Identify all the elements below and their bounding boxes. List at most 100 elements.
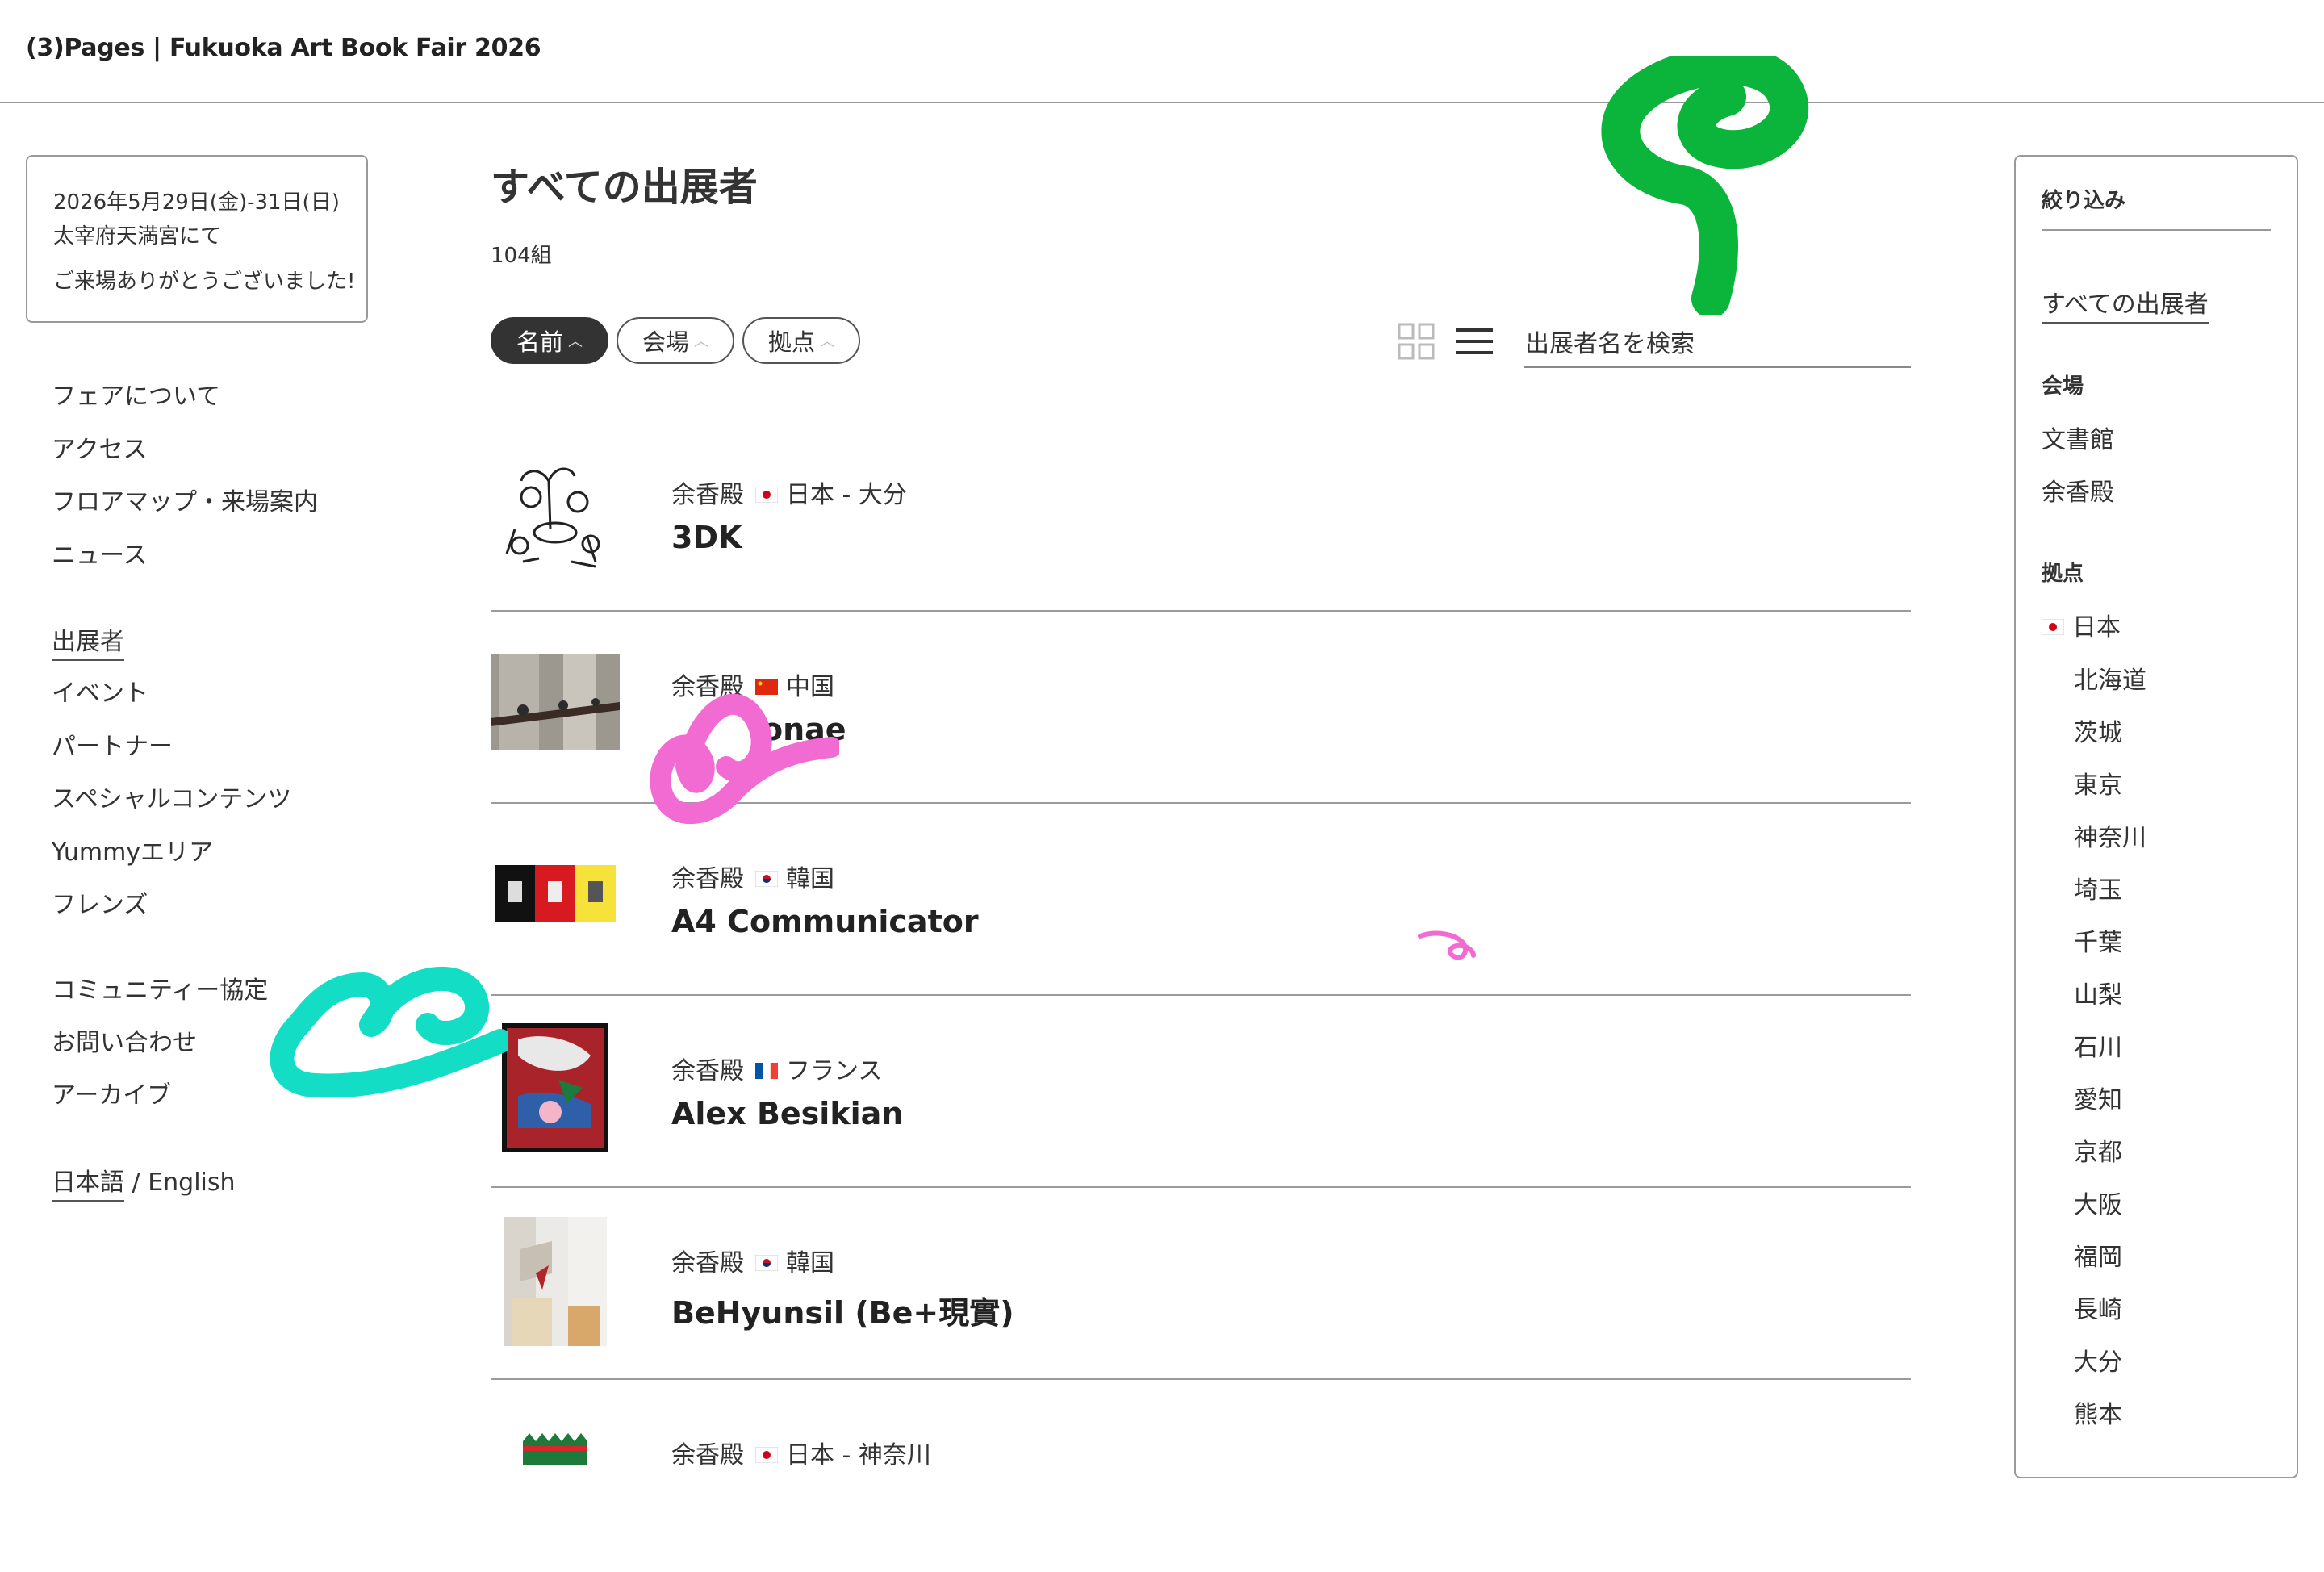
pink-loop-doodle bbox=[650, 693, 839, 825]
filter-pref-aichi[interactable]: 愛知 bbox=[2074, 1080, 2122, 1115]
exhibitor-venue: 余香殿 bbox=[671, 865, 744, 893]
search-input[interactable] bbox=[1524, 321, 1914, 366]
sort-base-label: 拠点 bbox=[767, 328, 815, 356]
filter-pref-kyoto[interactable]: 京都 bbox=[2074, 1132, 2122, 1168]
filter-pref-kumamoto[interactable]: 熊本 bbox=[2074, 1394, 2122, 1430]
exhibitor-name[interactable]: A4 Communicator bbox=[671, 904, 979, 939]
exhibitor-thumbnail bbox=[502, 1023, 608, 1152]
site-header: (3)Pages | Fukuoka Art Book Fair 2026 bbox=[0, 0, 2324, 103]
list-item[interactable]: 余香殿 韓国 A4 Communicator bbox=[491, 804, 1911, 996]
exhibitor-name[interactable]: Alex Besikian bbox=[671, 1096, 903, 1131]
japan-flag-icon bbox=[755, 486, 778, 503]
thanks-message: ご来場ありがとうございました! bbox=[53, 270, 356, 294]
chevron-up-icon: ︿ bbox=[568, 333, 583, 350]
filter-venue-heading: 会場 bbox=[2042, 374, 2084, 399]
exhibitor-country: 韓国 bbox=[786, 865, 834, 893]
sort-venue-label: 会場 bbox=[642, 328, 689, 356]
exhibitor-thumbnail bbox=[504, 1217, 607, 1346]
exhibitor-country: 日本 - 神奈川 bbox=[786, 1441, 931, 1470]
chevron-up-icon: ︿ bbox=[820, 333, 834, 350]
lang-english[interactable]: English bbox=[148, 1169, 235, 1197]
filter-pref-ibaraki[interactable]: 茨城 bbox=[2074, 713, 2122, 748]
exhibitor-name[interactable]: 3DK bbox=[671, 520, 742, 555]
list-item[interactable]: 余香殿 日本 - 神奈川 bbox=[491, 1380, 1911, 1572]
filter-pref-oita[interactable]: 大分 bbox=[2074, 1342, 2122, 1378]
filter-pref-chiba[interactable]: 千葉 bbox=[2074, 922, 2122, 958]
exhibitor-meta: 余香殿 日本 - 大分 bbox=[671, 475, 907, 510]
filter-venue-yokoden[interactable]: 余香殿 bbox=[2042, 472, 2114, 508]
filter-panel bbox=[2014, 155, 2298, 1478]
exhibitor-meta: 余香殿 韓国 bbox=[671, 1243, 834, 1278]
nav-special-contents[interactable]: スペシャルコンテンツ bbox=[52, 779, 291, 814]
grid-view-icon[interactable] bbox=[1398, 323, 1435, 360]
exhibitor-name[interactable]: BeHyunsil (Be+現實) bbox=[671, 1288, 1014, 1332]
filter-pref-nagasaki[interactable]: 長崎 bbox=[2074, 1290, 2122, 1325]
filter-country-label: 日本 bbox=[2072, 613, 2121, 642]
list-item[interactable]: 余香殿 日本 - 大分 3DK bbox=[491, 420, 1911, 612]
sort-by-base-button[interactable]: 拠点 ︿ bbox=[742, 317, 860, 364]
exhibitor-country: 日本 - 大分 bbox=[786, 481, 907, 509]
exhibitor-venue: 余香殿 bbox=[671, 1249, 744, 1277]
event-info-box: 2026年5月29日(金)-31日(日) 太宰府天満宮にて ご来場ありがとうござ… bbox=[26, 155, 368, 323]
language-switcher: 日本語 / English bbox=[52, 1162, 236, 1202]
nav-news[interactable]: ニュース bbox=[52, 535, 148, 571]
nav-access[interactable]: アクセス bbox=[52, 429, 148, 465]
nav-exhibitors[interactable]: 出展者 bbox=[52, 621, 124, 661]
japan-flag-icon bbox=[755, 1446, 778, 1463]
search-box bbox=[1524, 321, 1914, 368]
filter-pref-yamanashi[interactable]: 山梨 bbox=[2074, 975, 2122, 1010]
exhibitor-meta: 余香殿 韓国 bbox=[671, 859, 834, 894]
event-date: 2026年5月29日(金)-31日(日) bbox=[53, 190, 340, 215]
filter-base-heading: 拠点 bbox=[2042, 562, 2084, 586]
nav-about[interactable]: フェアについて bbox=[52, 376, 220, 412]
filter-pref-osaka[interactable]: 大阪 bbox=[2074, 1185, 2122, 1220]
exhibitor-thumbnail bbox=[491, 865, 620, 922]
filter-pref-ishikawa[interactable]: 石川 bbox=[2074, 1027, 2122, 1063]
filter-pref-kanagawa[interactable]: 神奈川 bbox=[2074, 817, 2146, 853]
lang-japanese[interactable]: 日本語 bbox=[52, 1169, 124, 1202]
filter-country-japan[interactable]: 日本 bbox=[2041, 607, 2121, 642]
filter-pref-saitama[interactable]: 埼玉 bbox=[2074, 870, 2122, 905]
nav-yummy-area[interactable]: Yummyエリア bbox=[52, 832, 213, 868]
event-venue: 太宰府天満宮にて bbox=[53, 224, 222, 249]
korea-flag-icon bbox=[755, 870, 778, 887]
filter-pref-tokyo[interactable]: 東京 bbox=[2074, 765, 2122, 801]
filter-title: 絞り込み bbox=[2042, 189, 2126, 213]
filter-venue-bunshokan[interactable]: 文書館 bbox=[2042, 420, 2114, 455]
list-item[interactable]: 余香殿 フランス Alex Besikian bbox=[491, 996, 1911, 1188]
nav-partners[interactable]: パートナー bbox=[52, 726, 173, 762]
exhibitor-thumbnail bbox=[491, 449, 620, 578]
exhibitor-meta: 余香殿 日本 - 神奈川 bbox=[671, 1435, 931, 1470]
sort-by-venue-button[interactable]: 会場 ︿ bbox=[617, 317, 734, 364]
filter-pref-fukuoka[interactable]: 福岡 bbox=[2074, 1237, 2122, 1273]
lang-separator: / bbox=[124, 1169, 148, 1197]
france-flag-icon bbox=[755, 1062, 778, 1079]
japan-flag-icon bbox=[2041, 618, 2065, 635]
exhibitor-count: 104組 bbox=[491, 244, 552, 268]
site-title[interactable]: (3)Pages | Fukuoka Art Book Fair 2026 bbox=[26, 34, 541, 62]
nav-events[interactable]: イベント bbox=[52, 673, 148, 709]
nav-archive[interactable]: アーカイブ bbox=[52, 1075, 171, 1110]
list-item[interactable]: 余香殿 韓国 BeHyunsil (Be+現實) bbox=[491, 1188, 1911, 1380]
exhibitor-thumbnail bbox=[523, 1433, 587, 1465]
exhibitor-thumbnail bbox=[491, 654, 620, 750]
korea-flag-icon bbox=[755, 1254, 778, 1271]
exhibitor-country: フランス bbox=[786, 1057, 883, 1085]
nav-community[interactable]: コミュニティー協定 bbox=[52, 970, 268, 1005]
teal-loop-doodle bbox=[270, 967, 508, 1097]
nav-floormap[interactable]: フロアマップ・来場案内 bbox=[52, 482, 318, 517]
nav-friends[interactable]: フレンズ bbox=[52, 884, 148, 920]
exhibitor-venue: 余香殿 bbox=[671, 1057, 744, 1085]
list-view-icon[interactable] bbox=[1456, 328, 1493, 355]
chevron-up-icon: ︿ bbox=[694, 333, 708, 350]
sort-by-name-button[interactable]: 名前 ︿ bbox=[491, 317, 608, 364]
exhibitor-venue: 余香殿 bbox=[671, 481, 744, 509]
sort-name-label: 名前 bbox=[516, 328, 563, 356]
exhibitor-country: 韓国 bbox=[786, 1249, 834, 1277]
exhibitor-venue: 余香殿 bbox=[671, 1441, 744, 1470]
nav-contact[interactable]: お問い合わせ bbox=[52, 1022, 197, 1058]
filter-all-exhibitors[interactable]: すべての出展者 bbox=[2042, 284, 2209, 324]
filter-pref-hokkaido[interactable]: 北海道 bbox=[2074, 660, 2146, 696]
green-loop-doodle bbox=[1601, 56, 1809, 315]
filter-divider bbox=[2042, 229, 2271, 231]
